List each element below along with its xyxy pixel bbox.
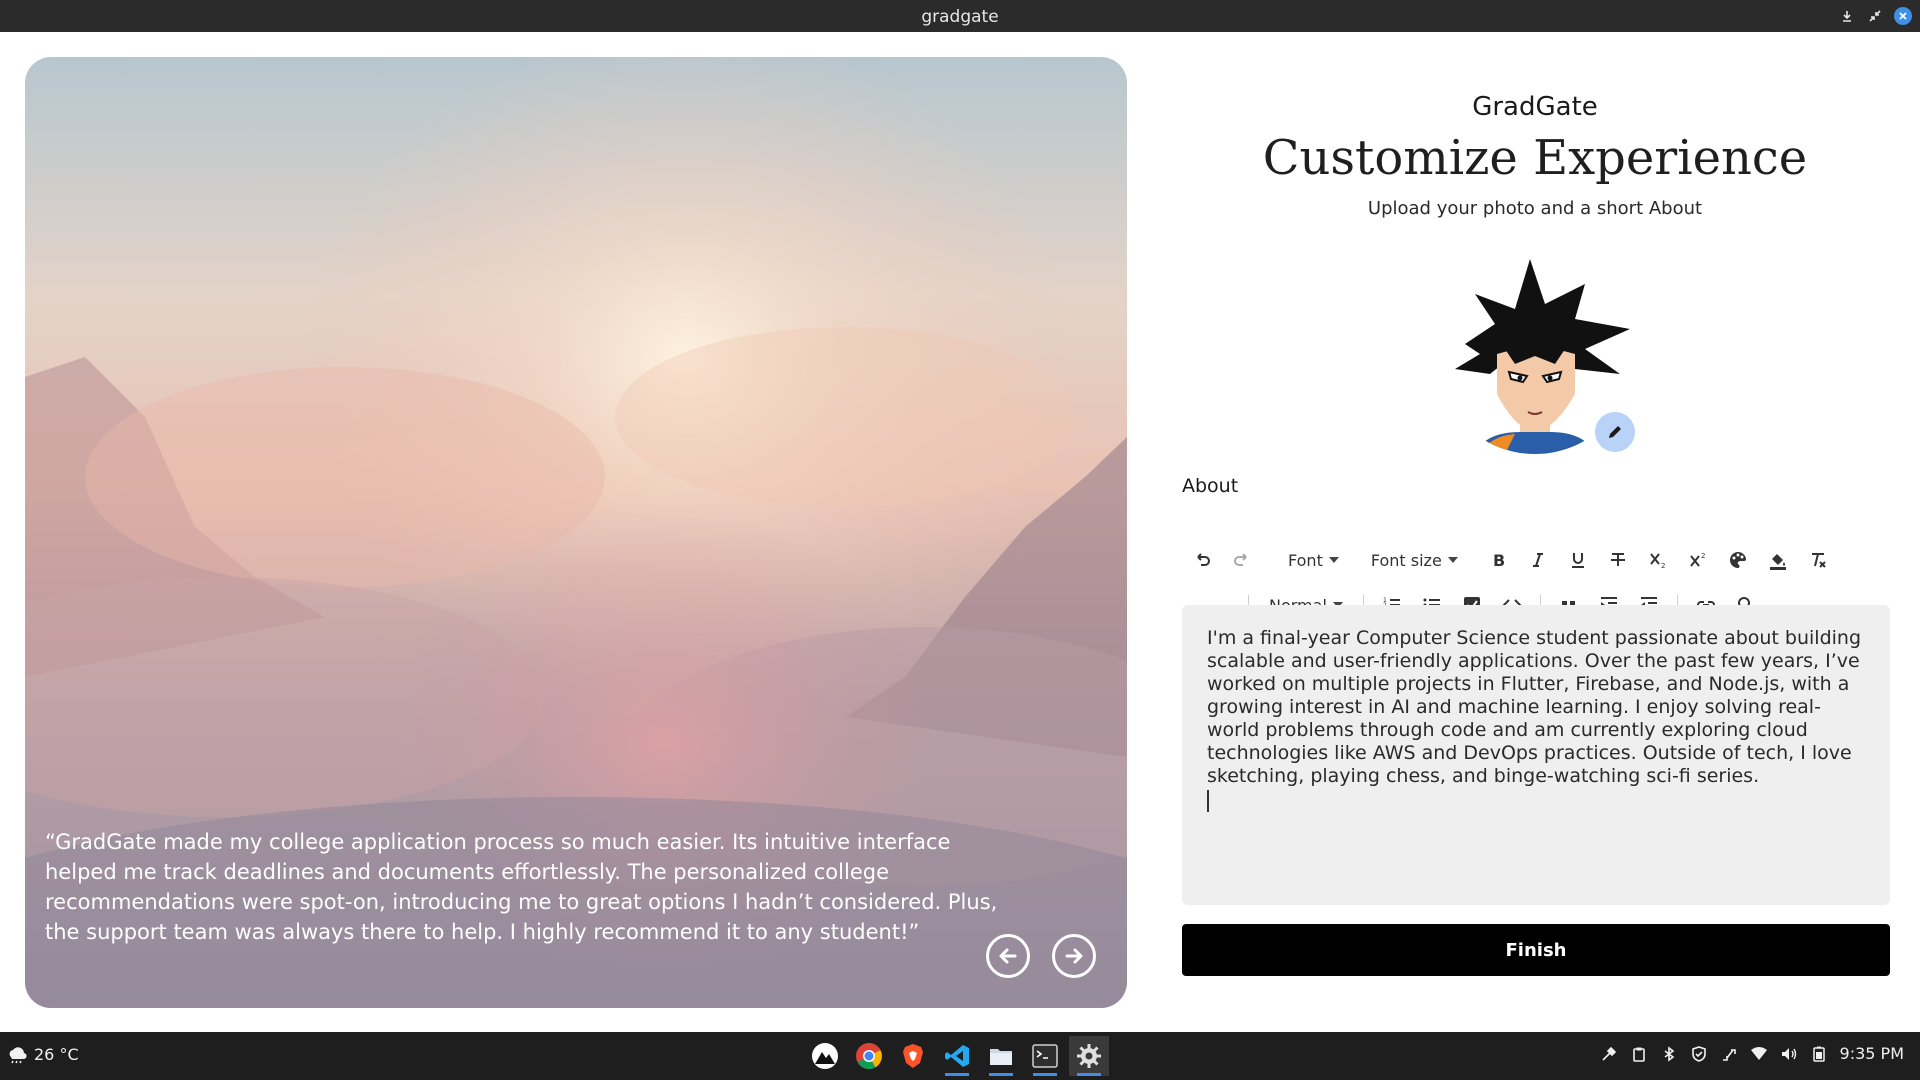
window-title: gradgate — [921, 7, 999, 27]
weather-temp: 26 °C — [34, 1045, 79, 1064]
font-family-select[interactable]: Font — [1276, 542, 1351, 578]
clipboard-icon[interactable] — [1630, 1045, 1648, 1063]
undo-icon[interactable] — [1182, 542, 1222, 578]
subscript-icon[interactable]: 2 — [1638, 542, 1678, 578]
clear-format-icon[interactable] — [1798, 542, 1838, 578]
active-indicator — [945, 1073, 969, 1076]
window-titlebar: gradgate — [0, 0, 1920, 32]
testimonial-hero: “GradGate made my college application pr… — [25, 57, 1127, 1008]
active-indicator — [989, 1073, 1013, 1076]
pencil-icon — [1609, 426, 1621, 438]
color-picker-icon[interactable] — [1600, 1045, 1618, 1063]
testimonial-quote: “GradGate made my college application pr… — [45, 830, 998, 944]
mountain-app-icon[interactable] — [805, 1036, 845, 1076]
edit-photo-button[interactable] — [1595, 412, 1635, 452]
svg-text:2: 2 — [1701, 552, 1705, 560]
svg-text:B: B — [1493, 551, 1505, 570]
wifi-icon[interactable] — [1750, 1045, 1768, 1063]
font-family-label: Font — [1288, 550, 1323, 570]
cloud-rain-icon — [9, 1046, 27, 1063]
redo-icon[interactable] — [1222, 542, 1262, 578]
window-controls — [1838, 7, 1912, 25]
bluetooth-icon[interactable] — [1660, 1045, 1678, 1063]
terminal-icon[interactable] — [1025, 1036, 1065, 1076]
arrow-left-circle-icon[interactable] — [986, 934, 1030, 978]
brave-icon[interactable] — [893, 1036, 933, 1076]
svg-text:2: 2 — [1661, 562, 1665, 570]
app-dock — [805, 1036, 1109, 1076]
settings-icon[interactable] — [1069, 1036, 1109, 1076]
customize-form: GradGate Customize Experience Upload you… — [1160, 32, 1920, 1032]
text-caret — [1207, 790, 1209, 812]
volume-icon[interactable] — [1780, 1045, 1798, 1063]
page-title: Customize Experience — [1262, 130, 1808, 186]
brand-name: GradGate — [1472, 92, 1598, 122]
chevron-down-icon — [1447, 557, 1458, 563]
about-editor[interactable]: I'm a final-year Computer Science studen… — [1182, 605, 1890, 905]
active-indicator — [1077, 1073, 1101, 1076]
page-subtitle: Upload your photo and a short About — [1367, 198, 1703, 219]
chrome-icon[interactable] — [849, 1036, 889, 1076]
clock-time[interactable]: 9:35 PM — [1840, 1044, 1904, 1063]
italic-icon[interactable] — [1518, 542, 1558, 578]
shield-icon[interactable] — [1690, 1045, 1708, 1063]
strikethrough-icon[interactable] — [1598, 542, 1638, 578]
editor-toolbar-row-1: Font Font size B 2 2 — [1182, 542, 1838, 578]
minimize-icon[interactable] — [1838, 7, 1856, 25]
files-icon[interactable] — [981, 1036, 1021, 1076]
fill-color-icon[interactable] — [1758, 542, 1798, 578]
restore-icon[interactable] — [1866, 7, 1884, 25]
about-label: About — [1182, 475, 1239, 497]
font-size-select[interactable]: Font size — [1359, 542, 1470, 578]
system-tray: 9:35 PM — [1600, 1044, 1904, 1063]
weather-widget[interactable]: 26 °C — [6, 1045, 79, 1064]
superscript-icon[interactable]: 2 — [1678, 542, 1718, 578]
arrow-right-circle-icon[interactable] — [1052, 934, 1096, 978]
close-icon[interactable] — [1894, 7, 1912, 25]
taskbar: 26 °C 9:35 PM — [0, 1032, 1920, 1080]
vscode-icon[interactable] — [937, 1036, 977, 1076]
palette-icon[interactable] — [1718, 542, 1758, 578]
chevron-down-icon — [1328, 557, 1339, 563]
network-icon[interactable] — [1720, 1045, 1738, 1063]
bold-icon[interactable]: B — [1478, 542, 1518, 578]
finish-button[interactable]: Finish — [1182, 924, 1890, 976]
about-text: I'm a final-year Computer Science studen… — [1207, 627, 1862, 787]
battery-icon[interactable] — [1810, 1045, 1828, 1063]
font-size-label: Font size — [1370, 550, 1442, 570]
underline-icon[interactable] — [1558, 542, 1598, 578]
active-indicator — [1033, 1073, 1057, 1076]
